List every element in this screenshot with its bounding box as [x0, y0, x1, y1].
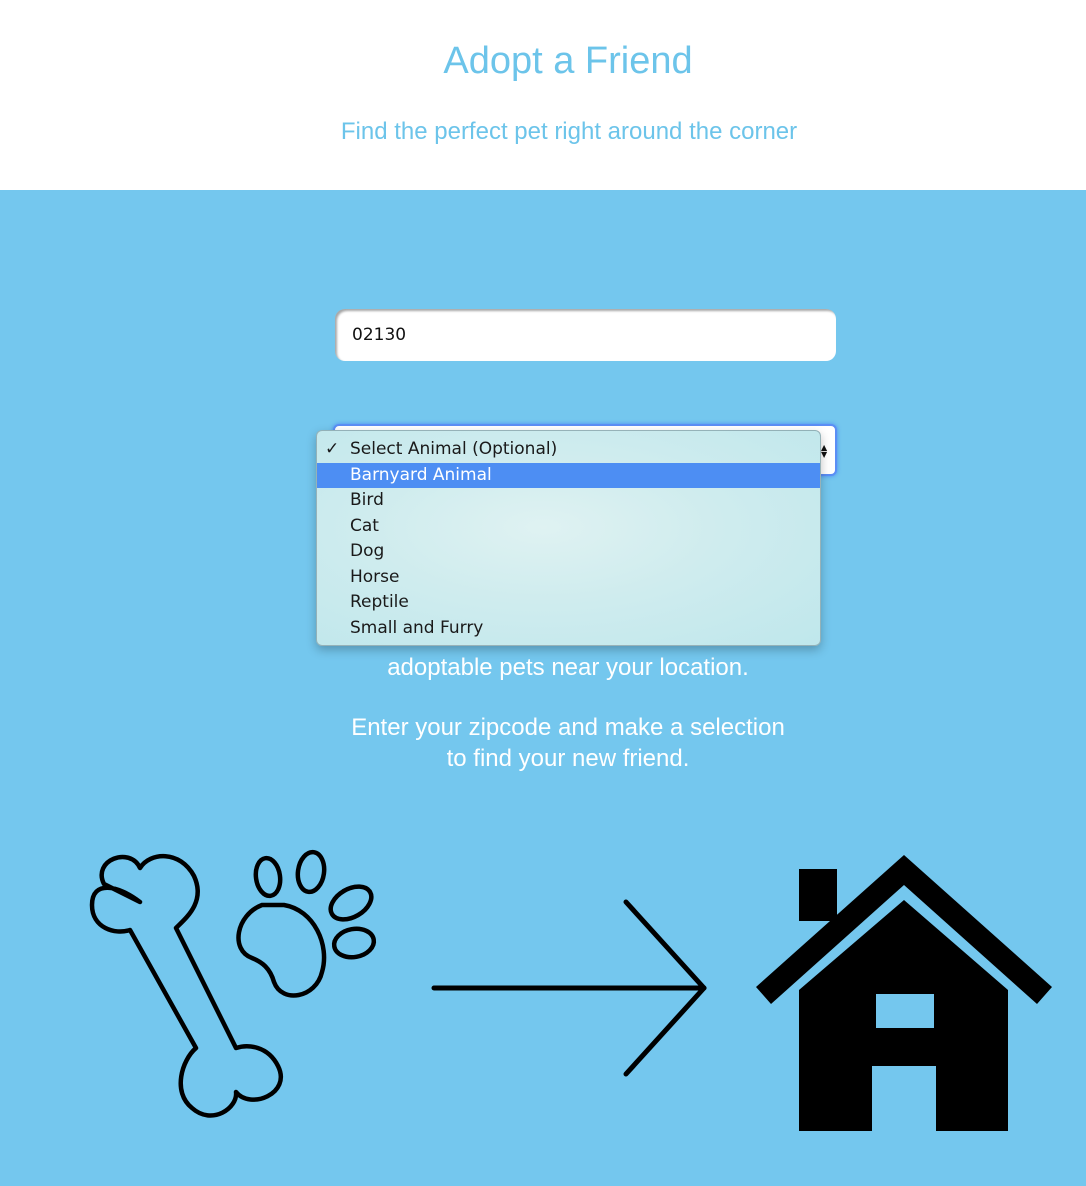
option-label: Dog [350, 541, 385, 561]
dropdown-option-horse[interactable]: Horse [317, 565, 820, 591]
page-subtitle: Find the perfect pet right around the co… [340, 118, 798, 145]
bone-icon [89, 853, 283, 1118]
instruction-line-2: to find your new friend. [446, 745, 690, 772]
checkmark-icon: ✓ [325, 439, 340, 459]
option-label: Cat [350, 515, 379, 536]
dropdown-option-dog[interactable]: Dog [317, 539, 820, 565]
option-label: Small and Furry [350, 617, 484, 638]
option-label: Horse [350, 566, 400, 587]
dropdown-option-small-and-furry[interactable]: Small and Furry [317, 616, 820, 642]
dropdown-option-cat[interactable]: Cat [317, 514, 820, 540]
house-icon [756, 855, 1052, 1131]
instruction-line-1: Enter your zipcode and make a selection [351, 714, 785, 741]
page-header: Adopt a Friend Find the perfect pet righ… [0, 0, 1086, 190]
dropdown-option-select-animal[interactable]: ✓ Select Animal (Optional) [317, 437, 820, 463]
info-text-partial: adoptable pets near your location. [387, 654, 749, 681]
arrow-right-icon [431, 899, 707, 1077]
dropdown-option-reptile[interactable]: Reptile [317, 590, 820, 616]
option-label: Bird [350, 490, 384, 510]
page-title: Adopt a Friend [443, 40, 693, 82]
option-label: Reptile [350, 592, 409, 612]
dropdown-option-bird[interactable]: Bird [317, 488, 820, 514]
illustration [89, 849, 1052, 1131]
zipcode-input[interactable] [335, 309, 836, 361]
option-label: Barnyard Animal [350, 464, 492, 485]
paw-icon [236, 849, 377, 998]
option-label: Select Animal (Optional) [350, 439, 558, 459]
select-arrows-icon: ▲ ▼ [821, 443, 828, 459]
dropdown-option-barnyard-animal[interactable]: Barnyard Animal [317, 462, 820, 488]
animal-dropdown-menu: ✓ Select Animal (Optional) Barnyard Anim… [316, 430, 821, 646]
